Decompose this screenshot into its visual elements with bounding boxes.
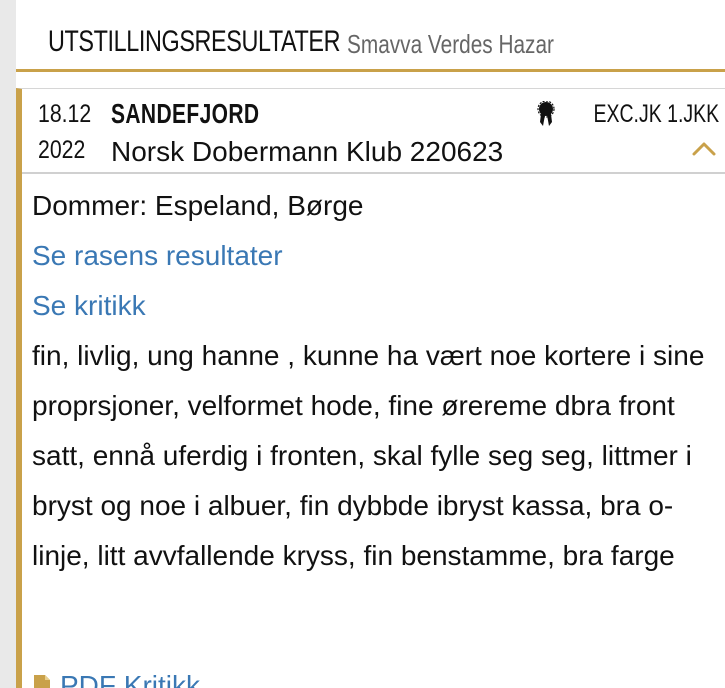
page-header: UTSTILLINGSRESULTATER Smavva Verdes Haza… [16,0,725,72]
dog-name: Smavva Verdes Hazar [347,29,554,59]
result-details: Dommer: Espeland, Børge Se rasens result… [32,189,722,581]
show-club: Norsk Dobermann Klub 220623 [111,136,504,167]
critique-link[interactable]: Se kritikk [32,289,722,323]
result-date-day: 18.12 [38,100,92,128]
award-text: EXC.JK 1.JKK [593,100,719,128]
pdf-icon [34,675,50,688]
page-title: UTSTILLINGSRESULTATER [48,25,341,58]
chevron-up-icon[interactable] [691,139,717,159]
result-card: 18.12 2022 SANDEFJORD Norsk Dobermann Kl… [16,88,725,688]
results-page: UTSTILLINGSRESULTATER Smavva Verdes Haza… [16,0,725,688]
breed-results-link[interactable]: Se rasens resultater [32,239,722,273]
judge-name: Dommer: Espeland, Børge [32,190,364,221]
pdf-link-label: PDF Kritikk [60,670,200,688]
pdf-critique-link[interactable]: PDF Kritikk [32,669,200,688]
result-date-year: 2022 [38,136,86,164]
result-card-header[interactable]: 18.12 2022 SANDEFJORD Norsk Dobermann Kl… [22,89,725,174]
award-badge: EXC.JK 1.JKK [537,99,719,129]
show-location: SANDEFJORD [111,98,260,129]
critique-text: fin, livlig, ung hanne , kunne ha vært n… [32,340,705,571]
rosette-icon [537,101,555,126]
